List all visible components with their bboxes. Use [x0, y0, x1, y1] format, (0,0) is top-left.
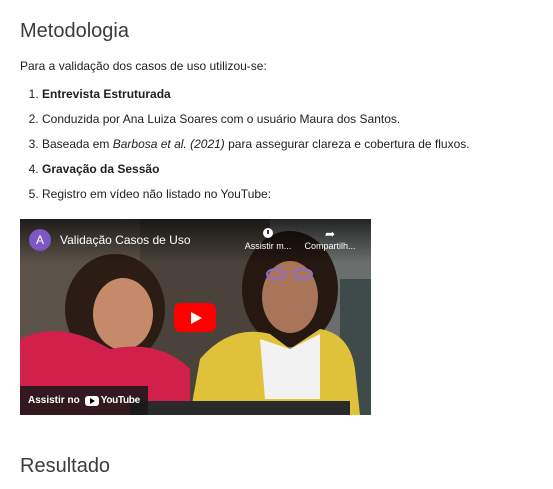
channel-avatar[interactable]: A	[29, 229, 51, 251]
list-item: Registro em vídeo não listado no YouTube…	[42, 182, 470, 207]
list-item: Conduzida por Ana Luiza Soares com o usu…	[42, 107, 470, 132]
watch-later-label: Assistir m...	[244, 241, 292, 251]
play-button[interactable]	[174, 303, 216, 332]
clock-icon	[263, 228, 273, 238]
section-heading-metodologia: Metodologia	[20, 20, 129, 42]
watch-on-youtube-button[interactable]: Assistir no YouTube	[20, 386, 148, 415]
share-button[interactable]: ➦ Compartilh...	[300, 227, 360, 251]
share-arrow-icon: ➦	[324, 227, 336, 241]
watch-on-label: Assistir no	[28, 395, 80, 406]
share-label: Compartilh...	[304, 241, 356, 251]
list-item-text: Conduzida por Ana Luiza Soares com o usu…	[42, 112, 401, 126]
list-item-text: Registro em vídeo não listado no YouTube…	[42, 187, 272, 201]
video-title[interactable]: Validação Casos de Uso	[60, 233, 191, 247]
list-item: Entrevista Estruturada	[42, 82, 470, 107]
youtube-logo-icon: YouTube	[84, 395, 141, 406]
youtube-logo-text: YouTube	[100, 395, 141, 406]
list-item: Baseada em Barbosa et al. (2021) para as…	[42, 132, 470, 157]
methodology-list: Entrevista Estruturada Conduzida por Ana…	[20, 82, 470, 207]
list-item-text: Gravação da Sessão	[42, 162, 160, 176]
section-heading-resultado: Resultado	[20, 455, 111, 477]
watch-later-button[interactable]: Assistir m...	[238, 227, 298, 251]
list-item-text: Baseada em	[42, 137, 113, 151]
list-item-text: para assegurar clareza e cobertura de fl…	[224, 137, 470, 151]
youtube-embed[interactable]: A Validação Casos de Uso Assistir m... ➦…	[20, 219, 371, 415]
list-item: Gravação da Sessão	[42, 157, 470, 182]
list-item-text: Entrevista Estruturada	[42, 87, 171, 101]
citation-text: Barbosa et al. (2021)	[112, 137, 225, 151]
intro-text: Para a validação dos casos de uso utiliz…	[20, 59, 267, 73]
